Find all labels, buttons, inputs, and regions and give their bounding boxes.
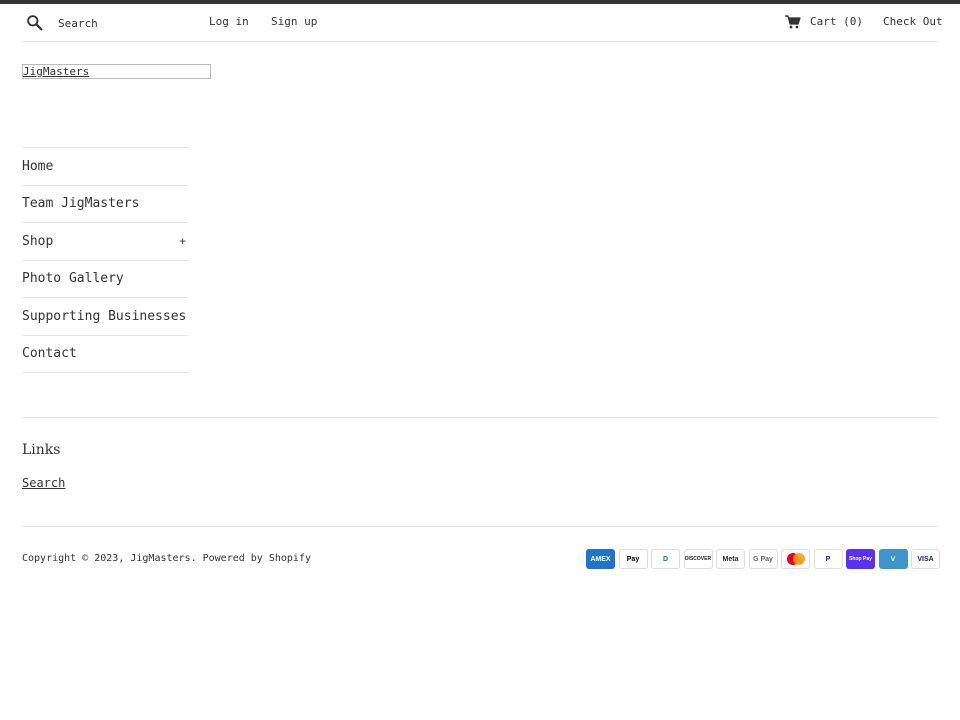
sidebar-nav: Home Team JigMasters Shop + Photo Galler… [22,147,188,373]
amex-icon: AMEX [586,549,615,569]
footer-search-link[interactable]: Search [22,476,65,490]
site-header: Log in Sign up Cart (0) Check Out [22,4,943,42]
search-input[interactable] [58,12,208,34]
cart-icon[interactable] [785,15,801,29]
discover-icon: DISCOVER [683,549,713,569]
footer-divider [22,417,938,418]
copyright-text: Copyright © 2023, JigMasters. Powered by… [22,553,311,564]
paypal-icon: P [813,549,843,569]
venmo-icon: V [878,549,908,569]
google-pay-icon: G Pay [748,549,778,569]
nav-item-label: Contact [22,346,77,362]
signup-link[interactable]: Sign up [271,15,317,28]
visa-icon: VISA [911,549,940,569]
payment-icon-label: V [890,555,896,563]
nav-item-team-jigmasters[interactable]: Team JigMasters [22,186,188,223]
diners-club-icon: D [651,549,680,569]
nav-item-label: Photo Gallery [22,271,124,287]
payment-icon-label: Shop Pay [849,556,872,562]
nav-item-supporting-businesses[interactable]: Supporting Businesses [22,298,188,336]
nav-item-label: Shop [22,233,54,249]
footer-links-title: Links [22,442,61,458]
payment-icon-label: Meta [722,555,739,563]
cart-link[interactable]: Cart (0) [810,15,863,28]
apple-pay-icon: Pay [618,549,648,569]
footer-divider [22,526,938,527]
checkout-link[interactable]: Check Out [883,15,943,28]
nav-item-shop[interactable]: Shop + [22,223,188,261]
login-link[interactable]: Log in [209,15,249,28]
payment-icons: AMEX Pay D DISCOVER Meta G Pay P Shop Pay V VISA [586,549,940,569]
nav-item-label: Team JigMasters [22,196,140,212]
payment-icon-label: Pay [626,555,640,563]
site-logo[interactable]: JigMasters [22,64,211,79]
nav-item-label: Supporting Businesses [22,308,187,324]
meta-pay-icon: Meta [716,549,745,569]
payment-icon-label: D [662,555,669,563]
shop-pay-icon: Shop Pay [846,549,875,569]
nav-item-label: Home [22,158,54,174]
payment-icon-label: AMEX [590,555,611,563]
nav-item-home[interactable]: Home [22,148,188,186]
payment-icon-label: VISA [917,555,934,563]
payment-icon-label: DISCOVER [684,556,712,562]
expand-plus-icon[interactable]: + [179,235,186,248]
payment-icon-label: P [825,555,831,563]
nav-item-photo-gallery[interactable]: Photo Gallery [22,261,188,298]
search-icon[interactable] [26,14,43,31]
mastercard-icon [781,549,810,569]
nav-item-contact[interactable]: Contact [22,336,188,373]
payment-icon-label: G Pay [753,555,773,563]
